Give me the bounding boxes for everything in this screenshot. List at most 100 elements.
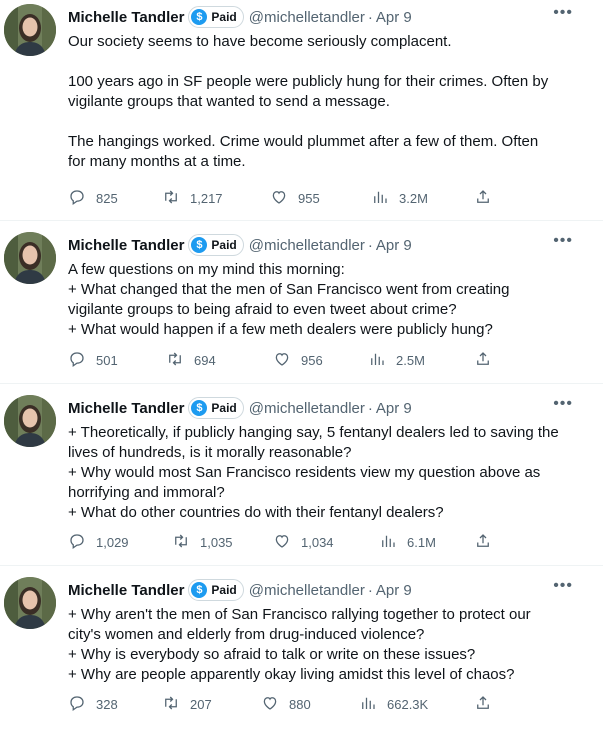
- views-count: 3.2M: [399, 190, 428, 206]
- paid-badge-label: Paid: [211, 10, 237, 24]
- reply-icon: [68, 532, 86, 553]
- more-icon[interactable]: •••: [553, 4, 573, 22]
- author-handle[interactable]: @michelletandler: [249, 582, 365, 599]
- tweet-actions: 825 1,217 955 3.2M: [68, 187, 508, 209]
- reply-button[interactable]: 328: [68, 693, 118, 715]
- paid-badge[interactable]: $ Paid: [188, 6, 244, 28]
- share-button[interactable]: [474, 693, 492, 715]
- tweet-text-line: vigilante groups to being afraid to even…: [68, 301, 457, 318]
- tweet-text-line: + What changed that the men of San Franc…: [68, 281, 510, 298]
- tweet-text-line: Our society seems to have become serious…: [68, 33, 452, 50]
- like-button[interactable]: 956: [273, 349, 323, 371]
- retweet-icon: [162, 188, 180, 209]
- tweet-date[interactable]: Apr 9: [376, 237, 412, 254]
- tweet-header: Michelle Tandler $ Paid @michelletandler · Ap…: [68, 234, 412, 256]
- views-icon: [359, 694, 377, 715]
- views-icon: [368, 350, 386, 371]
- tweet-divider: [0, 220, 603, 221]
- more-icon[interactable]: •••: [553, 395, 573, 413]
- tweet-body: + Why aren't the men of San Francisco ra…: [68, 605, 588, 685]
- author-handle[interactable]: @michelletandler: [249, 9, 365, 26]
- share-icon: [474, 532, 492, 553]
- views-count: 6.1M: [407, 534, 436, 550]
- views-count: 662.3K: [387, 696, 429, 712]
- author-handle[interactable]: @michelletandler: [249, 400, 365, 417]
- tweet-text-line: 100 years ago in SF people were publicly…: [68, 73, 549, 90]
- paid-badge[interactable]: $ Paid: [188, 579, 244, 601]
- retweet-count: 694: [194, 352, 216, 368]
- dollar-icon: $: [191, 237, 208, 253]
- paid-badge[interactable]: $ Paid: [188, 397, 244, 419]
- avatar[interactable]: [4, 395, 56, 447]
- tweet-divider: [0, 383, 603, 384]
- tweet-text-line: + Why aren't the men of San Francisco ra…: [68, 606, 531, 623]
- paid-badge-label: Paid: [211, 401, 237, 415]
- avatar[interactable]: [4, 4, 56, 56]
- views-button[interactable]: 6.1M: [379, 531, 436, 553]
- tweet-text-line: + What would happen if a few meth dealer…: [68, 321, 493, 338]
- tweet-body: Our society seems to have become serious…: [68, 32, 588, 172]
- share-button[interactable]: [474, 531, 492, 553]
- heart-icon: [273, 532, 291, 553]
- retweet-count: 1,217: [190, 190, 223, 206]
- paid-badge-label: Paid: [211, 583, 237, 597]
- tweet-header: Michelle Tandler $ Paid @michelletandler · Ap…: [68, 6, 412, 28]
- retweet-count: 207: [190, 696, 212, 712]
- heart-icon: [261, 694, 279, 715]
- tweet-date[interactable]: Apr 9: [376, 400, 412, 417]
- separator-dot: ·: [367, 399, 373, 417]
- retweet-button[interactable]: 207: [162, 693, 212, 715]
- retweet-button[interactable]: 1,035: [172, 531, 233, 553]
- like-button[interactable]: 955: [270, 187, 320, 209]
- retweet-button[interactable]: 1,217: [162, 187, 223, 209]
- author-name[interactable]: Michelle Tandler: [68, 582, 184, 599]
- tweet-body: A few questions on my mind this morning:…: [68, 260, 588, 340]
- retweet-icon: [172, 532, 190, 553]
- reply-count: 328: [96, 696, 118, 712]
- avatar[interactable]: [4, 232, 56, 284]
- tweet-text-line: The hangings worked. Crime would plummet…: [68, 133, 539, 150]
- like-count: 880: [289, 696, 311, 712]
- reply-button[interactable]: 825: [68, 187, 118, 209]
- author-name[interactable]: Michelle Tandler: [68, 237, 184, 254]
- tweet-text-line: vigilante groups that wanted to send a m…: [68, 93, 390, 110]
- share-button[interactable]: [474, 187, 492, 209]
- views-button[interactable]: 2.5M: [368, 349, 425, 371]
- more-icon[interactable]: •••: [553, 577, 573, 595]
- views-button[interactable]: 662.3K: [359, 693, 428, 715]
- dollar-icon: $: [191, 9, 208, 25]
- share-button[interactable]: [474, 349, 492, 371]
- separator-dot: ·: [367, 581, 373, 599]
- views-icon: [371, 188, 389, 209]
- views-button[interactable]: 3.2M: [371, 187, 428, 209]
- like-button[interactable]: 1,034: [273, 531, 334, 553]
- tweet-actions: 501 694 956 2.5M: [68, 349, 508, 371]
- tweet-actions: 328 207 880 662.3K: [68, 693, 508, 715]
- reply-button[interactable]: 1,029: [68, 531, 129, 553]
- heart-icon: [273, 350, 291, 371]
- tweet-date[interactable]: Apr 9: [376, 9, 412, 26]
- author-name[interactable]: Michelle Tandler: [68, 400, 184, 417]
- dollar-icon: $: [191, 400, 208, 416]
- retweet-icon: [166, 350, 184, 371]
- tweet-divider: [0, 565, 603, 566]
- like-button[interactable]: 880: [261, 693, 311, 715]
- avatar[interactable]: [4, 577, 56, 629]
- retweet-button[interactable]: 694: [166, 349, 216, 371]
- reply-button[interactable]: 501: [68, 349, 118, 371]
- author-handle[interactable]: @michelletandler: [249, 237, 365, 254]
- author-name[interactable]: Michelle Tandler: [68, 9, 184, 26]
- tweet-text-line: city's women and elderly from drug-induc…: [68, 626, 425, 643]
- tweet-text-line: + Why would most San Francisco residents…: [68, 464, 541, 481]
- tweet-text-line: + Why are people apparently okay living …: [68, 666, 515, 683]
- like-count: 1,034: [301, 534, 334, 550]
- tweet-text-line: + What do other countries do with their …: [68, 504, 444, 521]
- paid-badge[interactable]: $ Paid: [188, 234, 244, 256]
- reply-count: 825: [96, 190, 118, 206]
- tweet-date[interactable]: Apr 9: [376, 582, 412, 599]
- more-icon[interactable]: •••: [553, 232, 573, 250]
- paid-badge-label: Paid: [211, 238, 237, 252]
- separator-dot: ·: [367, 236, 373, 254]
- like-count: 955: [298, 190, 320, 206]
- tweet-header: Michelle Tandler $ Paid @michelletandler · Ap…: [68, 397, 412, 419]
